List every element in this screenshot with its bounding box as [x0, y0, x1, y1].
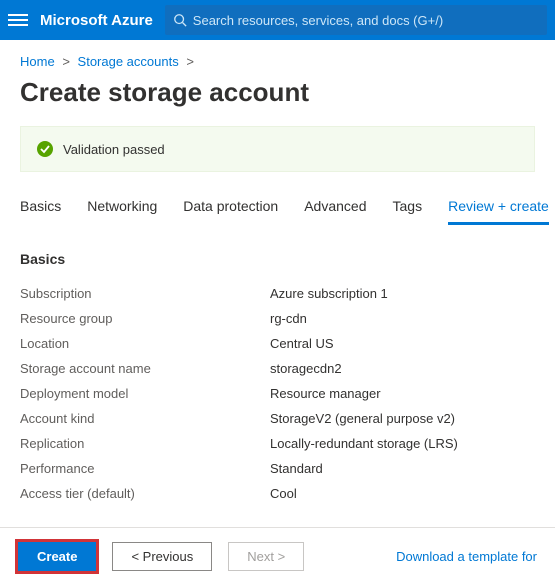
kv-value: rg-cdn — [270, 311, 307, 326]
check-circle-icon — [37, 141, 53, 157]
search-icon — [173, 13, 187, 27]
tab-advanced[interactable]: Advanced — [304, 192, 366, 225]
kv-row: Access tier (default)Cool — [20, 481, 535, 506]
menu-icon[interactable] — [8, 10, 28, 30]
section-title: Basics — [20, 251, 535, 267]
kv-row: Storage account namestoragecdn2 — [20, 356, 535, 381]
basics-section: Basics SubscriptionAzure subscription 1 … — [0, 225, 555, 506]
create-button-highlight: Create — [18, 542, 96, 571]
kv-value: Azure subscription 1 — [270, 286, 388, 301]
tabs: Basics Networking Data protection Advanc… — [0, 192, 555, 225]
kv-row: Resource grouprg-cdn — [20, 306, 535, 331]
brand-title: Microsoft Azure — [40, 12, 153, 29]
kv-value: Resource manager — [270, 386, 381, 401]
kv-row: Account kindStorageV2 (general purpose v… — [20, 406, 535, 431]
breadcrumb-home[interactable]: Home — [20, 54, 55, 69]
kv-key: Account kind — [20, 411, 270, 426]
create-button[interactable]: Create — [18, 542, 96, 571]
kv-value: Standard — [270, 461, 323, 476]
global-search[interactable] — [165, 5, 547, 35]
topbar: Microsoft Azure — [0, 0, 555, 40]
kv-row: Deployment modelResource manager — [20, 381, 535, 406]
kv-key: Location — [20, 336, 270, 351]
breadcrumb-storage-accounts[interactable]: Storage accounts — [78, 54, 179, 69]
tab-review-create[interactable]: Review + create — [448, 192, 549, 225]
kv-row: SubscriptionAzure subscription 1 — [20, 281, 535, 306]
download-template-link[interactable]: Download a template for — [396, 549, 537, 564]
kv-row: ReplicationLocally-redundant storage (LR… — [20, 431, 535, 456]
tab-basics[interactable]: Basics — [20, 192, 61, 225]
validation-banner: Validation passed — [20, 126, 535, 172]
previous-button[interactable]: < Previous — [112, 542, 212, 571]
kv-key: Performance — [20, 461, 270, 476]
kv-value: StorageV2 (general purpose v2) — [270, 411, 455, 426]
kv-value: Cool — [270, 486, 297, 501]
tab-tags[interactable]: Tags — [393, 192, 423, 225]
kv-value: Central US — [270, 336, 334, 351]
footer: Create < Previous Next > Download a temp… — [0, 527, 555, 585]
kv-row: PerformanceStandard — [20, 456, 535, 481]
tab-networking[interactable]: Networking — [87, 192, 157, 225]
validation-text: Validation passed — [63, 142, 165, 157]
breadcrumb: Home > Storage accounts > — [0, 40, 555, 69]
kv-key: Resource group — [20, 311, 270, 326]
next-button: Next > — [228, 542, 304, 571]
kv-key: Subscription — [20, 286, 270, 301]
kv-key: Replication — [20, 436, 270, 451]
search-input[interactable] — [193, 13, 539, 28]
kv-value: storagecdn2 — [270, 361, 342, 376]
tab-data-protection[interactable]: Data protection — [183, 192, 278, 225]
chevron-right-icon: > — [62, 54, 70, 69]
kv-row: LocationCentral US — [20, 331, 535, 356]
kv-key: Storage account name — [20, 361, 270, 376]
chevron-right-icon: > — [186, 54, 194, 69]
kv-key: Deployment model — [20, 386, 270, 401]
page-title: Create storage account — [0, 69, 555, 126]
kv-value: Locally-redundant storage (LRS) — [270, 436, 458, 451]
kv-key: Access tier (default) — [20, 486, 270, 501]
